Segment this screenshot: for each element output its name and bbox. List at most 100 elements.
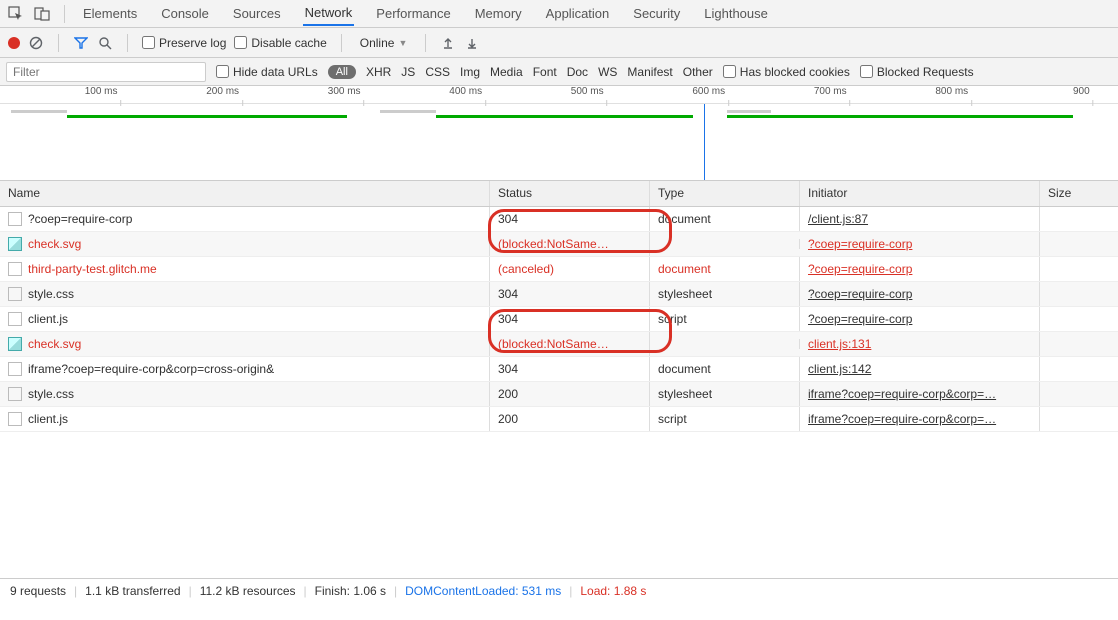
file-icon	[8, 412, 22, 426]
filter-type-xhr[interactable]: XHR	[366, 65, 391, 79]
tab-performance[interactable]: Performance	[374, 2, 452, 25]
filter-type-font[interactable]: Font	[533, 65, 557, 79]
file-icon	[8, 212, 22, 226]
table-row[interactable]: client.js304script?coep=require-corp	[0, 307, 1118, 332]
filter-type-ws[interactable]: WS	[598, 65, 617, 79]
request-type	[650, 339, 800, 349]
request-status: (blocked:NotSame…	[490, 332, 650, 356]
hide-data-urls-checkbox[interactable]: Hide data URLs	[216, 65, 318, 79]
separator	[425, 34, 426, 52]
time-tick: 600 ms	[692, 86, 729, 97]
filter-icon[interactable]	[73, 35, 89, 51]
request-name: client.js	[28, 312, 68, 326]
timeline-overview[interactable]: 100 ms200 ms300 ms400 ms500 ms600 ms700 …	[0, 86, 1118, 181]
file-icon	[8, 362, 22, 376]
tab-application[interactable]: Application	[544, 2, 612, 25]
preserve-log-checkbox[interactable]: Preserve log	[142, 36, 226, 50]
column-status[interactable]: Status	[490, 181, 650, 206]
separator	[341, 34, 342, 52]
column-initiator[interactable]: Initiator	[800, 181, 1040, 206]
device-toggle-icon[interactable]	[32, 4, 52, 24]
request-name: check.svg	[28, 337, 81, 351]
column-name[interactable]: Name	[0, 181, 490, 206]
column-size[interactable]: Size	[1040, 181, 1118, 206]
request-type: document	[650, 257, 800, 281]
table-row[interactable]: check.svg (blocked:NotSame… ?coep=require-…	[0, 232, 1118, 257]
filter-type-media[interactable]: Media	[490, 65, 523, 79]
initiator-link[interactable]: ?coep=require-corp	[808, 312, 912, 326]
initiator-link[interactable]: client.js:131	[808, 337, 871, 351]
table-row[interactable]: ?coep=require-corp304document/client.js:…	[0, 207, 1118, 232]
request-size	[1040, 364, 1118, 374]
tab-memory[interactable]: Memory	[473, 2, 524, 25]
request-status: (canceled)	[490, 257, 650, 281]
column-type[interactable]: Type	[650, 181, 800, 206]
table-row[interactable]: style.css304stylesheet?coep=require-corp	[0, 282, 1118, 307]
dcl-marker	[704, 104, 705, 180]
request-type: document	[650, 357, 800, 381]
has-blocked-cookies-checkbox[interactable]: Has blocked cookies	[723, 65, 850, 79]
upload-har-icon[interactable]	[440, 35, 456, 51]
file-icon	[8, 287, 22, 301]
filter-type-other[interactable]: Other	[683, 65, 713, 79]
table-row[interactable]: third-party-test.glitch.me(canceled)docu…	[0, 257, 1118, 282]
request-size	[1040, 389, 1118, 399]
tab-elements[interactable]: Elements	[81, 2, 139, 25]
filter-input[interactable]	[6, 62, 206, 82]
filter-type-manifest[interactable]: Manifest	[627, 65, 672, 79]
stat-requests: 9 requests	[10, 584, 66, 598]
request-status: 304	[490, 357, 650, 381]
disable-cache-checkbox[interactable]: Disable cache	[234, 36, 326, 50]
initiator-link[interactable]: iframe?coep=require-corp&corp=…	[808, 387, 996, 401]
record-button[interactable]	[8, 37, 20, 49]
throttling-value: Online	[360, 36, 395, 50]
tab-console[interactable]: Console	[159, 2, 211, 25]
clear-icon[interactable]	[28, 35, 44, 51]
filter-type-js[interactable]: JS	[401, 65, 415, 79]
table-row[interactable]: style.css200stylesheetiframe?coep=requir…	[0, 382, 1118, 407]
initiator-link[interactable]: ?coep=require-corp	[808, 237, 912, 251]
tab-network[interactable]: Network	[303, 1, 355, 26]
request-size	[1040, 339, 1118, 349]
filter-type-all[interactable]: All	[328, 65, 356, 79]
request-size	[1040, 239, 1118, 249]
request-name: client.js	[28, 412, 68, 426]
request-type: document	[650, 207, 800, 231]
blocked-requests-checkbox[interactable]: Blocked Requests	[860, 65, 974, 79]
request-name: iframe?coep=require-corp&corp=cross-orig…	[28, 362, 274, 376]
initiator-link[interactable]: client.js:142	[808, 362, 871, 376]
download-har-icon[interactable]	[464, 35, 480, 51]
time-tick: 100 ms	[85, 86, 122, 97]
request-name: style.css	[28, 287, 74, 301]
request-size	[1040, 289, 1118, 299]
initiator-link[interactable]: ?coep=require-corp	[808, 262, 912, 276]
panel-tabs: Elements Console Sources Network Performance…	[81, 1, 770, 26]
search-icon[interactable]	[97, 35, 113, 51]
filter-bar: Hide data URLs All XHR JS CSS Img Media Font Do…	[0, 58, 1118, 86]
filter-type-img[interactable]: Img	[460, 65, 480, 79]
inspect-element-icon[interactable]	[6, 4, 26, 24]
initiator-link[interactable]: iframe?coep=require-corp&corp=…	[808, 412, 996, 426]
filter-type-css[interactable]: CSS	[425, 65, 450, 79]
initiator-link[interactable]: /client.js:87	[808, 212, 868, 226]
tab-security[interactable]: Security	[631, 2, 682, 25]
time-tick: 900	[1073, 86, 1094, 97]
initiator-link[interactable]: ?coep=require-corp	[808, 287, 912, 301]
table-row[interactable]: check.svg (blocked:NotSame… client.js:131	[0, 332, 1118, 357]
table-header: Name Status Type Initiator Size	[0, 181, 1118, 207]
file-icon	[8, 387, 22, 401]
request-name: check.svg	[28, 237, 81, 251]
separator	[64, 5, 65, 23]
file-icon	[8, 237, 22, 251]
file-icon	[8, 312, 22, 326]
request-type	[650, 239, 800, 249]
filter-type-doc[interactable]: Doc	[567, 65, 588, 79]
throttling-select[interactable]: Online ▼	[356, 34, 412, 52]
table-row[interactable]: iframe?coep=require-corp&corp=cross-orig…	[0, 357, 1118, 382]
filter-types: All XHR JS CSS Img Media Font Doc WS Manifest Othe…	[328, 65, 713, 79]
tab-sources[interactable]: Sources	[231, 2, 283, 25]
tab-lighthouse[interactable]: Lighthouse	[702, 2, 770, 25]
request-status: 200	[490, 407, 650, 431]
request-status: (blocked:NotSame…	[490, 232, 650, 256]
table-row[interactable]: client.js200scriptiframe?coep=require-co…	[0, 407, 1118, 432]
